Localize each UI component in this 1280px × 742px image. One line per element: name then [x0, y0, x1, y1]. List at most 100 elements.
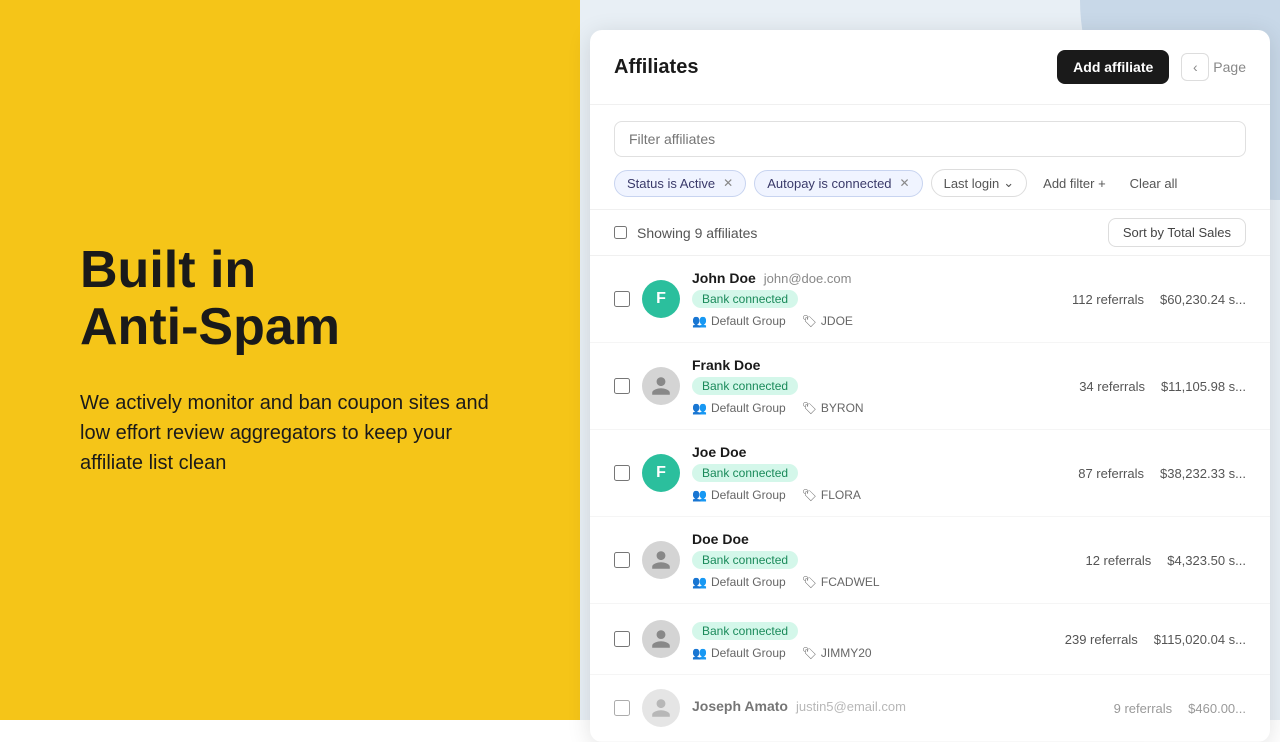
avatar: F [642, 454, 680, 492]
coupon-info: 🏷 JDOE [802, 314, 853, 328]
filter-autopay-connected[interactable]: Autopay is connected ✕ [754, 170, 922, 197]
affiliate-meta: 👥 Default Group 🏷 JDOE [692, 314, 1060, 328]
group-info: 👥 Default Group [692, 488, 786, 502]
filter-autopay-remove[interactable]: ✕ [900, 176, 910, 190]
affiliate-stats: 87 referrals $38,232.33 s... [1078, 466, 1246, 481]
coupon-info: 🏷 JIMMY20 [802, 646, 872, 660]
row-checkbox[interactable] [614, 631, 630, 647]
filter-last-login-label: Last login [944, 176, 1000, 191]
group-icon: 👥 [692, 488, 707, 502]
bank-connected-badge: Bank connected [692, 464, 798, 482]
row-checkbox[interactable] [614, 291, 630, 307]
select-all-checkbox[interactable] [614, 226, 627, 239]
clear-all-button[interactable]: Clear all [1122, 171, 1186, 196]
referral-count: 34 referrals [1079, 379, 1145, 394]
referral-count: 12 referrals [1085, 553, 1151, 568]
avatar [642, 541, 680, 579]
card-title: Affiliates [614, 56, 698, 79]
group-icon: 👥 [692, 314, 707, 328]
bank-connected-badge: Bank connected [692, 622, 798, 640]
affiliate-name-row: Doe Doe [692, 531, 1073, 547]
affiliate-name-row: Joseph Amato justin5@email.com [692, 698, 1102, 714]
add-filter-button[interactable]: Add filter + [1035, 171, 1114, 196]
sales-amount: $11,105.98 s... [1161, 379, 1246, 394]
group-info: 👥 Default Group [692, 314, 786, 328]
header-right: Add affiliate ‹ Page [1057, 50, 1246, 84]
filter-status-remove[interactable]: ✕ [723, 176, 733, 190]
filter-autopay-label: Autopay is connected [767, 176, 891, 191]
coupon-icon: 🏷 [802, 575, 817, 589]
coupon-icon: 🏷 [802, 401, 817, 415]
avatar: F [642, 280, 680, 318]
row-checkbox[interactable] [614, 378, 630, 394]
add-affiliate-button[interactable]: Add affiliate [1057, 50, 1169, 84]
table-row: Doe Doe Bank connected 👥 Default Group 🏷… [590, 517, 1270, 604]
group-icon: 👥 [692, 646, 707, 660]
sales-amount: $60,230.24 s... [1160, 292, 1246, 307]
affiliate-stats: 9 referrals $460.00... [1114, 701, 1246, 716]
affiliate-info: Frank Doe Bank connected 👥 Default Group… [692, 357, 1067, 415]
affiliate-info: Bank connected 👥 Default Group 🏷 JIMMY20 [692, 618, 1053, 660]
sort-button[interactable]: Sort by Total Sales [1108, 218, 1246, 247]
group-icon: 👥 [692, 575, 707, 589]
sales-amount: $4,323.50 s... [1167, 553, 1246, 568]
referral-count: 112 referrals [1072, 292, 1144, 307]
table-row: Bank connected 👥 Default Group 🏷 JIMMY20… [590, 604, 1270, 675]
row-checkbox[interactable] [614, 465, 630, 481]
affiliate-meta: 👥 Default Group 🏷 FCADWEL [692, 575, 1073, 589]
search-input[interactable] [614, 121, 1246, 157]
affiliate-stats: 34 referrals $11,105.98 s... [1079, 379, 1246, 394]
avatar [642, 367, 680, 405]
filter-row: Status is Active ✕ Autopay is connected … [590, 169, 1270, 209]
chevron-down-icon: ⌄ [1003, 175, 1014, 191]
affiliate-stats: 12 referrals $4,323.50 s... [1085, 553, 1246, 568]
table-row: F Joe Doe Bank connected 👥 Default Group… [590, 430, 1270, 517]
filter-status-label: Status is Active [627, 176, 715, 191]
prev-page-button[interactable]: ‹ [1181, 53, 1209, 81]
affiliate-name-row: Joe Doe [692, 444, 1066, 460]
row-checkbox[interactable] [614, 700, 630, 716]
coupon-info: 🏷 FLORA [802, 488, 861, 502]
affiliate-info: John Doe john@doe.com Bank connected 👥 D… [692, 270, 1060, 328]
row-checkbox[interactable] [614, 552, 630, 568]
sales-amount: $38,232.33 s... [1160, 466, 1246, 481]
main-description: We actively monitor and ban coupon sites… [80, 388, 500, 478]
group-info: 👥 Default Group [692, 401, 786, 415]
coupon-icon: 🏷 [802, 488, 817, 502]
table-row: F John Doe john@doe.com Bank connected 👥… [590, 256, 1270, 343]
filter-status-active[interactable]: Status is Active ✕ [614, 170, 746, 197]
group-icon: 👥 [692, 401, 707, 415]
group-info: 👥 Default Group [692, 646, 786, 660]
coupon-icon: 🏷 [802, 314, 817, 328]
sales-amount: $115,020.04 s... [1154, 632, 1246, 647]
main-title: Built inAnti-Spam [80, 242, 500, 356]
affiliate-meta: 👥 Default Group 🏷 FLORA [692, 488, 1066, 502]
right-panel: Affiliates Add affiliate ‹ Page Status i… [580, 0, 1280, 720]
affiliate-email: john@doe.com [764, 271, 852, 286]
affiliate-email: justin5@email.com [796, 699, 906, 714]
coupon-info: 🏷 FCADWEL [802, 575, 880, 589]
search-bar [614, 121, 1246, 157]
referral-count: 9 referrals [1114, 701, 1173, 716]
table-row: Frank Doe Bank connected 👥 Default Group… [590, 343, 1270, 430]
left-panel: Built inAnti-Spam We actively monitor an… [0, 0, 580, 720]
sales-amount: $460.00... [1188, 701, 1246, 716]
coupon-info: 🏷 BYRON [802, 401, 864, 415]
coupon-icon: 🏷 [802, 646, 817, 660]
affiliate-name: Frank Doe [692, 357, 760, 373]
affiliate-name: Joseph Amato [692, 698, 788, 714]
filter-last-login[interactable]: Last login ⌄ [931, 169, 1028, 197]
card-header: Affiliates Add affiliate ‹ Page [590, 30, 1270, 105]
referral-count: 87 referrals [1078, 466, 1144, 481]
affiliate-name: John Doe [692, 270, 756, 286]
page-label: Page [1213, 59, 1246, 75]
bank-connected-badge: Bank connected [692, 377, 798, 395]
group-info: 👥 Default Group [692, 575, 786, 589]
affiliate-stats: 112 referrals $60,230.24 s... [1072, 292, 1246, 307]
table-header: Showing 9 affiliates Sort by Total Sales [590, 209, 1270, 256]
showing-count: Showing 9 affiliates [614, 225, 757, 241]
affiliate-info: Doe Doe Bank connected 👥 Default Group 🏷… [692, 531, 1073, 589]
affiliate-info: Joseph Amato justin5@email.com [692, 698, 1102, 718]
affiliate-name-row: Frank Doe [692, 357, 1067, 373]
avatar [642, 689, 680, 727]
